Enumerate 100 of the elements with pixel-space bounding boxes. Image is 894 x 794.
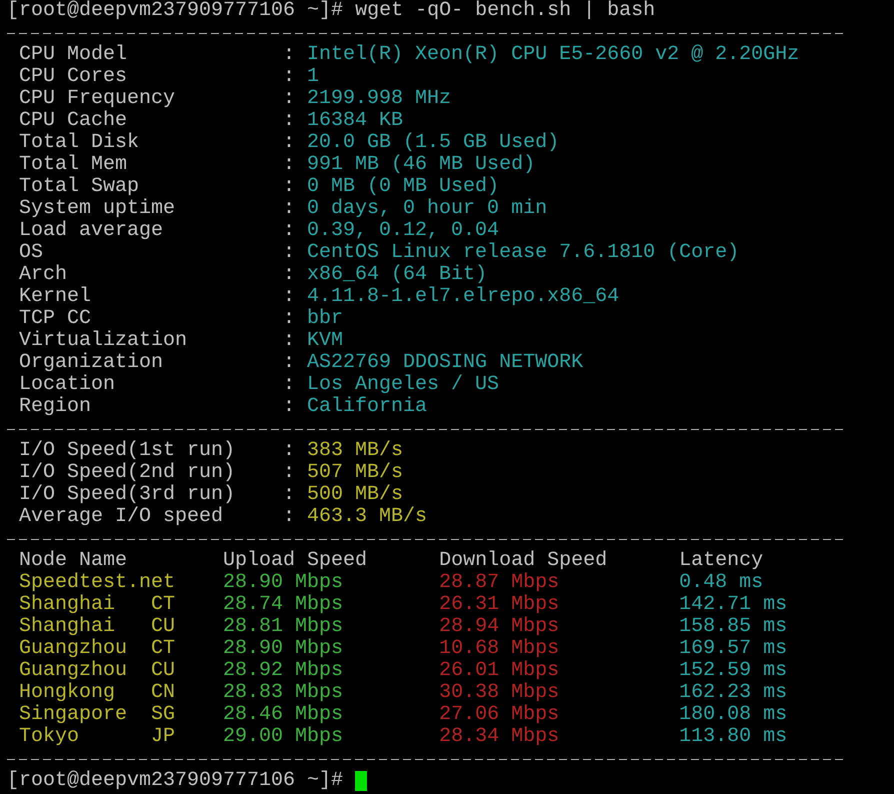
separator: :	[283, 506, 296, 528]
separator: :	[283, 330, 296, 352]
command-text: wget -qO- bench.sh | bash	[355, 0, 656, 22]
info-value: CentOS Linux release 7.6.1810 (Core)	[307, 242, 740, 264]
info-label: CPU Frequency	[19, 88, 176, 110]
node-name: Guangzhou CU	[19, 660, 176, 682]
separator: :	[283, 220, 296, 242]
node-name: Singapore SG	[19, 704, 176, 726]
upload-speed: 28.92 Mbps	[223, 660, 344, 682]
info-value: 1	[307, 66, 320, 88]
info-value: 20.0 GB (1.5 GB Used)	[307, 132, 560, 154]
separator: :	[283, 176, 296, 198]
info-label: Location	[19, 374, 116, 396]
upload-speed: 28.83 Mbps	[223, 682, 344, 704]
latency-value: 152.59 ms	[679, 660, 788, 682]
info-value: KVM	[307, 330, 344, 352]
upload-speed: 28.90 Mbps	[223, 572, 344, 594]
latency-value: 0.48 ms	[679, 572, 764, 594]
separator: :	[283, 88, 296, 110]
upload-speed: 28.81 Mbps	[223, 616, 344, 638]
info-label: CPU Cores	[19, 66, 128, 88]
upload-speed: 28.46 Mbps	[223, 704, 344, 726]
info-label: Load average	[19, 220, 164, 242]
separator: :	[283, 462, 296, 484]
separator: :	[283, 484, 296, 506]
io-value: 463.3 MB/s	[307, 506, 428, 528]
column-header: Node Name	[19, 550, 128, 572]
info-value: AS22769 DDOSING NETWORK	[307, 352, 584, 374]
info-label: Arch	[19, 264, 68, 286]
info-label: TCP CC	[19, 308, 92, 330]
io-value: 500 MB/s	[307, 484, 404, 506]
node-name: Guangzhou CT	[19, 638, 176, 660]
separator: :	[283, 396, 296, 418]
info-label: Kernel	[19, 286, 92, 308]
io-label: I/O Speed(3rd run)	[19, 484, 236, 506]
node-name: Speedtest.net	[19, 572, 176, 594]
separator: :	[283, 132, 296, 154]
info-label: System uptime	[19, 198, 176, 220]
info-value: 0 MB (0 MB Used)	[307, 176, 500, 198]
separator: :	[283, 242, 296, 264]
io-label: Average I/O speed	[19, 506, 224, 528]
separator: :	[283, 374, 296, 396]
download-speed: 26.01 Mbps	[439, 660, 560, 682]
io-value: 383 MB/s	[307, 440, 404, 462]
download-speed: 28.87 Mbps	[439, 572, 560, 594]
info-value: 2199.998 MHz	[307, 88, 452, 110]
separator: :	[283, 110, 296, 132]
latency-value: 169.57 ms	[679, 638, 788, 660]
cursor-icon	[355, 771, 368, 791]
info-label: CPU Cache	[19, 110, 128, 132]
download-speed: 30.38 Mbps	[439, 682, 560, 704]
latency-value: 142.71 ms	[679, 594, 788, 616]
separator: :	[283, 352, 296, 374]
upload-speed: 28.74 Mbps	[223, 594, 344, 616]
column-header: Download Speed	[439, 550, 608, 572]
download-speed: 27.06 Mbps	[439, 704, 560, 726]
latency-value: 180.08 ms	[679, 704, 788, 726]
separator: :	[283, 440, 296, 462]
shell-prompt: [root@deepvm237909777106 ~]#	[7, 0, 344, 22]
separator: :	[283, 286, 296, 308]
info-value: Los Angeles / US	[307, 374, 500, 396]
info-value: 16384 KB	[307, 110, 404, 132]
download-speed: 28.34 Mbps	[439, 726, 560, 748]
info-value: bbr	[307, 308, 344, 330]
info-label: Total Swap	[19, 176, 140, 198]
info-value: x86_64 (64 Bit)	[307, 264, 488, 286]
separator: :	[283, 264, 296, 286]
download-speed: 26.31 Mbps	[439, 594, 560, 616]
info-value: 4.11.8-1.el7.elrepo.x86_64	[307, 286, 620, 308]
info-label: Organization	[19, 352, 164, 374]
node-name: Tokyo JP	[19, 726, 176, 748]
info-value: California	[307, 396, 428, 418]
io-label: I/O Speed(1st run)	[19, 440, 236, 462]
info-label: OS	[19, 242, 44, 264]
info-label: CPU Model	[19, 44, 128, 66]
column-header: Upload Speed	[223, 550, 368, 572]
info-label: Region	[19, 396, 92, 418]
column-header: Latency	[679, 550, 764, 572]
io-label: I/O Speed(2nd run)	[19, 462, 236, 484]
info-value: 991 MB (46 MB Used)	[307, 154, 536, 176]
download-speed: 28.94 Mbps	[439, 616, 560, 638]
shell-prompt: [root@deepvm237909777106 ~]#	[7, 770, 344, 792]
info-value: 0 days, 0 hour 0 min	[307, 198, 548, 220]
upload-speed: 28.90 Mbps	[223, 638, 344, 660]
separator: :	[283, 198, 296, 220]
io-value: 507 MB/s	[307, 462, 404, 484]
latency-value: 162.23 ms	[679, 682, 788, 704]
latency-value: 113.80 ms	[679, 726, 788, 748]
node-name: Hongkong CN	[19, 682, 176, 704]
latency-value: 158.85 ms	[679, 616, 788, 638]
node-name: Shanghai CT	[19, 594, 176, 616]
info-label: Virtualization	[19, 330, 188, 352]
separator: :	[283, 66, 296, 88]
info-label: Total Disk	[19, 132, 140, 154]
info-value: 0.39, 0.12, 0.04	[307, 220, 500, 242]
separator: :	[283, 154, 296, 176]
download-speed: 10.68 Mbps	[439, 638, 560, 660]
info-label: Total Mem	[19, 154, 128, 176]
separator: :	[283, 44, 296, 66]
info-value: Intel(R) Xeon(R) CPU E5-2660 v2 @ 2.20GHz	[307, 44, 800, 66]
